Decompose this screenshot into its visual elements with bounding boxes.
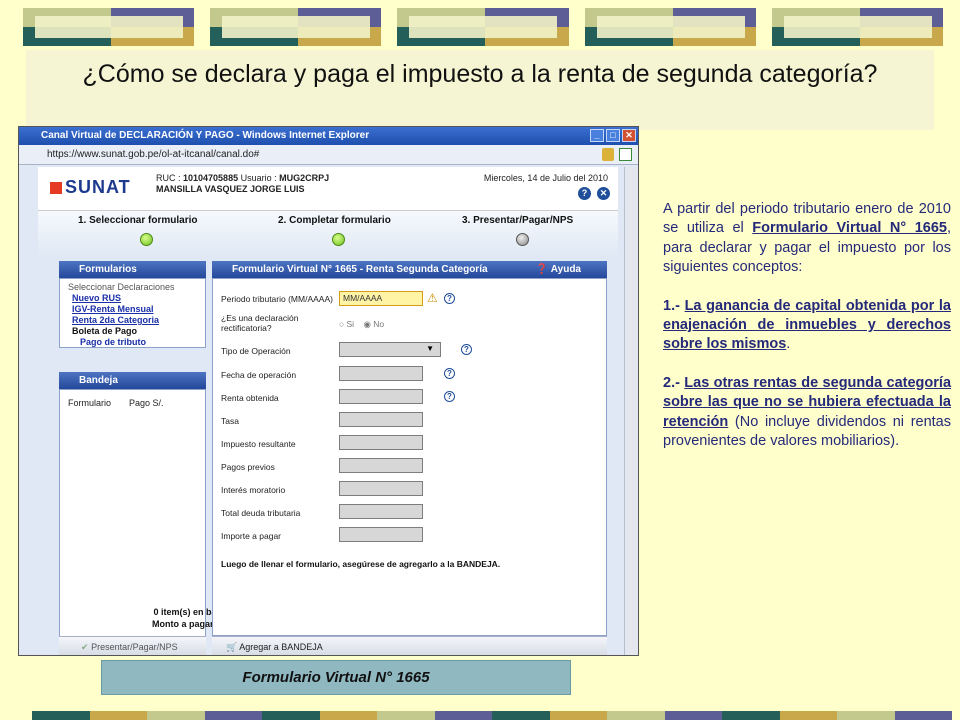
step-1-label: 1. Seleccionar formulario: [78, 215, 198, 226]
bandeja-panel-header: Bandeja: [59, 372, 206, 389]
decorative-block: [23, 8, 195, 46]
formularios-panel: Seleccionar Declaraciones Nuevo RUS IGV-…: [59, 278, 206, 348]
field-label-pagos-previos: Pagos previos: [221, 462, 275, 472]
decorative-block: [771, 8, 944, 46]
renta-obtenida-input[interactable]: [339, 389, 423, 404]
add-to-tray-icon: 🛒: [226, 642, 238, 652]
check-icon: ✔: [81, 642, 89, 652]
pagos-previos-input[interactable]: [339, 458, 423, 473]
browser-title-bar: Canal Virtual de DECLARACIÓN Y PAGO - Wi…: [19, 127, 638, 145]
concept-1: 1.- La ganancia de capital obtenida por …: [663, 297, 951, 353]
fecha-operacion-input[interactable]: [339, 366, 423, 381]
help-icon[interactable]: ?: [444, 293, 455, 304]
explanation-text: A partir del periodo tributario enero de…: [663, 200, 951, 470]
link-nuevo-rus[interactable]: Nuevo RUS: [68, 293, 205, 304]
field-label-renta-obtenida: Renta obtenida: [221, 393, 279, 403]
form-panel-header: Formulario Virtual N° 1665 - Renta Segun…: [212, 261, 607, 278]
formularios-panel-header: Formularios: [59, 261, 206, 278]
concept-2: 2.- Las otras rentas de segunda categorí…: [663, 374, 952, 450]
close-icon[interactable]: ✕: [622, 129, 636, 142]
help-icon[interactable]: ?: [461, 344, 472, 355]
page-icon[interactable]: [619, 148, 632, 161]
field-label-tasa: Tasa: [221, 416, 239, 426]
tipo-operacion-select[interactable]: ▼: [339, 342, 441, 357]
link-renta-2da-categoria[interactable]: Renta 2da Categoria: [68, 315, 205, 326]
bandeja-col-formulario: Formulario: [68, 398, 112, 408]
browser-screenshot: Canal Virtual de DECLARACIÓN Y PAGO - Wi…: [18, 126, 639, 656]
top-decorative-band: [23, 8, 944, 46]
boleta-de-pago-label: Boleta de Pago: [72, 326, 138, 336]
address-url: https://www.sunat.gob.pe/ol-at-itcanal/c…: [47, 149, 260, 160]
decorative-block: [584, 8, 756, 46]
lock-icon[interactable]: [602, 148, 614, 161]
radio-no[interactable]: ◉ No: [364, 319, 385, 329]
dropdown-arrow-icon: ▼: [426, 344, 434, 353]
decorative-block: [397, 8, 569, 46]
field-label-fecha-operacion: Fecha de operación: [221, 370, 297, 380]
current-date: Miercoles, 14 de Julio del 2010: [483, 173, 608, 183]
tasa-input[interactable]: [339, 412, 423, 427]
form-title: Formulario Virtual N° 1665 - Renta Segun…: [232, 264, 488, 275]
help-link[interactable]: ❓ Ayuda: [536, 261, 581, 278]
minimize-icon[interactable]: _: [590, 129, 604, 142]
maximize-icon[interactable]: □: [606, 129, 620, 142]
step-3-indicator: [516, 233, 529, 246]
field-label-interes-moratorio: Interés moratorio: [221, 485, 286, 495]
field-label-total-deuda: Total deuda tributaria: [221, 508, 301, 518]
screenshot-caption: Formulario Virtual N° 1665: [242, 669, 430, 686]
sunat-header: SUNAT RUC : 10104705885 Usuario : MUG2CR…: [38, 167, 618, 211]
bandeja-panel: Formulario Pago S/. 0 item(s) en bandeja…: [59, 389, 240, 637]
rectificatoria-label: ¿Es una declaración rectificatoria?: [221, 313, 299, 333]
link-igv-renta-mensual[interactable]: IGV-Renta Mensual: [68, 304, 205, 315]
step-2-indicator: [332, 233, 345, 246]
field-label-tipo-operacion: Tipo de Operación: [221, 346, 291, 356]
step-2-label: 2. Completar formulario: [278, 215, 391, 226]
intro-paragraph: A partir del periodo tributario enero de…: [663, 201, 951, 276]
radio-si[interactable]: ○ Si: [339, 319, 354, 329]
section-label: Seleccionar Declaraciones: [68, 282, 175, 292]
link-pago-de-tributo[interactable]: Pago de tributo: [68, 337, 205, 348]
help-icon[interactable]: ?: [578, 187, 591, 200]
agregar-bandeja-button[interactable]: 🛒 Agregar a BANDEJA: [212, 636, 607, 655]
total-deuda-input[interactable]: [339, 504, 423, 519]
field-label-impuesto-resultante: Impuesto resultante: [221, 439, 296, 449]
browser-window-title: Canal Virtual de DECLARACIÓN Y PAGO - Wi…: [41, 130, 370, 141]
help-icon[interactable]: ?: [444, 391, 455, 402]
importe-a-pagar-input[interactable]: [339, 527, 423, 542]
decorative-block: [210, 8, 382, 46]
form-note: Luego de llenar el formulario, asegúrese…: [221, 559, 501, 569]
user-info: RUC : 10104705885 Usuario : MUG2CRPJ MAN…: [156, 173, 330, 194]
logout-icon[interactable]: ✕: [597, 187, 610, 200]
periodo-input[interactable]: MM/AAAA: [339, 291, 423, 306]
warning-icon: ⚠: [427, 291, 438, 305]
interes-moratorio-input[interactable]: [339, 481, 423, 496]
bottom-decorative-band: [32, 711, 952, 720]
step-3-label: 3. Presentar/Pagar/NPS: [462, 215, 574, 226]
vertical-scrollbar[interactable]: [624, 167, 638, 655]
formulario-link[interactable]: Formulario Virtual N° 1665: [752, 220, 947, 236]
rectificatoria-radio-group: ○ Si ◉ No: [339, 319, 384, 330]
progress-steps: 1. Seleccionar formulario 2. Completar f…: [38, 211, 618, 257]
presentar-button[interactable]: ✔ Presentar/Pagar/NPS: [59, 636, 206, 655]
bandeja-col-pago: Pago S/.: [129, 398, 164, 408]
slide-title: ¿Cómo se declara y paga el impuesto a la…: [82, 60, 878, 88]
address-bar[interactable]: https://www.sunat.gob.pe/ol-at-itcanal/c…: [19, 145, 638, 165]
periodo-label: Periodo tributario (MM/AAAA): [221, 294, 333, 304]
step-1-indicator: [140, 233, 153, 246]
field-label-importe-a-pagar: Importe a pagar: [221, 531, 282, 541]
form-panel: Periodo tributario (MM/AAAA) MM/AAAA ⚠ ?…: [212, 278, 607, 636]
help-icon: ❓: [535, 264, 549, 275]
impuesto-resultante-input[interactable]: [339, 435, 423, 450]
help-icon[interactable]: ?: [444, 368, 455, 379]
sunat-logo: SUNAT: [50, 177, 131, 198]
